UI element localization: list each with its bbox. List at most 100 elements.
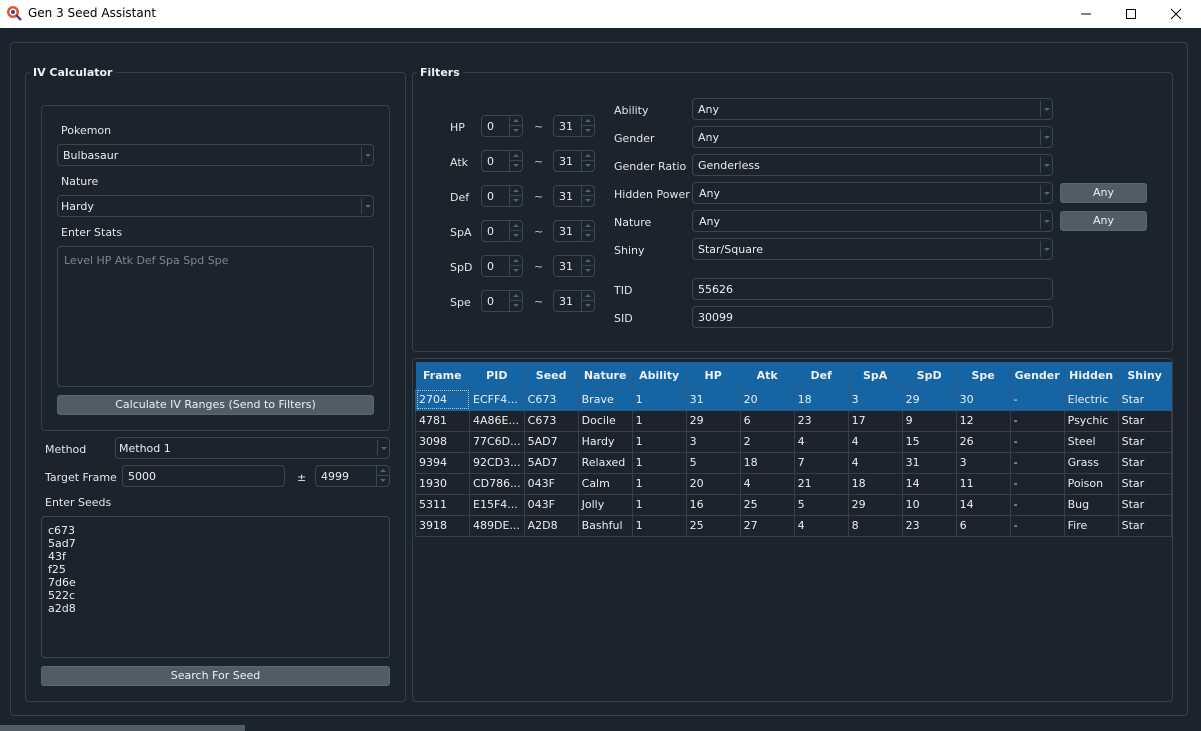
cell-nature[interactable]: Relaxed xyxy=(577,451,633,474)
nature-filter-select[interactable]: Any xyxy=(692,210,1053,232)
table-row[interactable]: 1930 CD786... 043F Calm 1 20 4 21 18 14 11- Poison S… xyxy=(415,472,1172,495)
cell-def[interactable]: 23 xyxy=(793,409,849,432)
cell-spe[interactable]: 30 xyxy=(955,388,1011,411)
cell-gender[interactable]: - xyxy=(1009,451,1065,474)
cell-shiny[interactable]: Star xyxy=(1117,388,1172,411)
cell-hidden[interactable]: Bug xyxy=(1063,493,1119,516)
cell-shiny[interactable]: Star xyxy=(1117,514,1172,537)
method-select[interactable]: Method 1 xyxy=(115,437,390,459)
cell-ability[interactable]: 1 xyxy=(631,430,687,453)
cell-spd[interactable]: 10 xyxy=(901,493,957,516)
cell-hidden[interactable]: Steel xyxy=(1063,430,1119,453)
spin-arrows[interactable] xyxy=(376,466,389,486)
column-header-frame[interactable]: Frame xyxy=(415,362,470,390)
iv-min-spd[interactable]: 0 xyxy=(481,255,523,277)
iv-min-hp[interactable]: 0 xyxy=(481,115,523,137)
cell-hp[interactable]: 31 xyxy=(685,388,741,411)
ability-select[interactable]: Any xyxy=(692,98,1053,120)
spin-arrows[interactable] xyxy=(581,221,594,241)
cell-frame[interactable]: 4781 xyxy=(415,409,470,432)
cell-atk[interactable]: 25 xyxy=(739,493,795,516)
column-header-seed[interactable]: Seed xyxy=(524,362,579,390)
cell-spd[interactable]: 31 xyxy=(901,451,957,474)
column-header-def[interactable]: Def xyxy=(794,362,849,390)
iv-min-atk[interactable]: 0 xyxy=(481,150,523,172)
cell-frame[interactable]: 3918 xyxy=(415,514,470,537)
cell-spe[interactable]: 6 xyxy=(955,514,1011,537)
cell-seed[interactable]: 043F xyxy=(523,472,579,495)
close-button[interactable] xyxy=(1153,0,1199,28)
cell-def[interactable]: 5 xyxy=(793,493,849,516)
spin-arrows[interactable] xyxy=(509,186,522,206)
cell-spd[interactable]: 15 xyxy=(901,430,957,453)
cell-spe[interactable]: 3 xyxy=(955,451,1011,474)
table-row[interactable]: 3918 489DE... A2D8 Bashful 1 25 27 4 8 23 6- Fire St… xyxy=(415,514,1172,537)
cell-gender[interactable]: - xyxy=(1009,493,1065,516)
cell-atk[interactable]: 20 xyxy=(739,388,795,411)
spin-arrows[interactable] xyxy=(509,221,522,241)
gender-select[interactable]: Any xyxy=(692,126,1053,148)
cell-gender[interactable]: - xyxy=(1009,388,1065,411)
cell-shiny[interactable]: Star xyxy=(1117,493,1172,516)
column-header-nature[interactable]: Nature xyxy=(578,362,633,390)
cell-seed[interactable]: C673 xyxy=(523,409,579,432)
stats-input[interactable]: Level HP Atk Def Spa Spd Spe xyxy=(57,246,374,387)
cell-spd[interactable]: 29 xyxy=(901,388,957,411)
spin-arrows[interactable] xyxy=(509,116,522,136)
cell-spa[interactable]: 18 xyxy=(847,472,903,495)
spin-arrows[interactable] xyxy=(581,256,594,276)
cell-spe[interactable]: 12 xyxy=(955,409,1011,432)
cell-hidden[interactable]: Poison xyxy=(1063,472,1119,495)
shiny-select[interactable]: Star/Square xyxy=(692,238,1053,260)
cell-spa[interactable]: 17 xyxy=(847,409,903,432)
iv-max-hp[interactable]: 31 xyxy=(553,115,595,137)
cell-spa[interactable]: 4 xyxy=(847,451,903,474)
column-header-shiny[interactable]: Shiny xyxy=(1118,362,1172,390)
pokemon-select[interactable]: Bulbasaur xyxy=(57,144,374,166)
cell-atk[interactable]: 27 xyxy=(739,514,795,537)
cell-def[interactable]: 21 xyxy=(793,472,849,495)
cell-nature[interactable]: Jolly xyxy=(577,493,633,516)
cell-def[interactable]: 4 xyxy=(793,514,849,537)
column-header-spe[interactable]: Spe xyxy=(956,362,1011,390)
column-header-atk[interactable]: Atk xyxy=(740,362,795,390)
iv-max-spe[interactable]: 31 xyxy=(553,290,595,312)
cell-pid[interactable]: 4A86E... xyxy=(469,409,525,432)
table-row[interactable]: 2704 ECFF4... C673 Brave 1 31 20 18 3 29 30- Electr… xyxy=(415,388,1172,411)
cell-nature[interactable]: Bashful xyxy=(577,514,633,537)
column-header-spd[interactable]: SpD xyxy=(902,362,957,390)
cell-seed[interactable]: C673 xyxy=(523,388,579,411)
cell-pid[interactable]: CD786... xyxy=(469,472,525,495)
cell-hidden[interactable]: Grass xyxy=(1063,451,1119,474)
table-row[interactable]: 3098 77C6D... 5AD7 Hardy 1 3 2 4 4 15 26- Steel Star xyxy=(415,430,1172,453)
cell-spa[interactable]: 29 xyxy=(847,493,903,516)
column-header-pid[interactable]: PID xyxy=(469,362,525,390)
cell-shiny[interactable]: Star xyxy=(1117,472,1172,495)
column-header-gender[interactable]: Gender xyxy=(1010,362,1065,390)
cell-hp[interactable]: 20 xyxy=(685,472,741,495)
sid-input[interactable]: 30099 xyxy=(692,306,1053,328)
spin-arrows[interactable] xyxy=(581,291,594,311)
table-row[interactable]: 4781 4A86E... C673 Docile 1 29 6 23 17 9 12- Psychi… xyxy=(415,409,1172,432)
cell-spd[interactable]: 9 xyxy=(901,409,957,432)
iv-min-def[interactable]: 0 xyxy=(481,185,523,207)
cell-gender[interactable]: - xyxy=(1009,430,1065,453)
cell-hidden[interactable]: Fire xyxy=(1063,514,1119,537)
cell-spd[interactable]: 23 xyxy=(901,514,957,537)
cell-spe[interactable]: 11 xyxy=(955,472,1011,495)
cell-ability[interactable]: 1 xyxy=(631,514,687,537)
seeds-input[interactable]: c673 5ad7 43f f25 7d6e 522c a2d8 xyxy=(41,516,390,658)
cell-frame[interactable]: 9394 xyxy=(415,451,470,474)
cell-hidden[interactable]: Psychic xyxy=(1063,409,1119,432)
spin-arrows[interactable] xyxy=(581,116,594,136)
cell-frame[interactable]: 3098 xyxy=(415,430,470,453)
cell-spe[interactable]: 26 xyxy=(955,430,1011,453)
cell-hp[interactable]: 16 xyxy=(685,493,741,516)
column-header-hp[interactable]: HP xyxy=(686,362,741,390)
tid-input[interactable]: 55626 xyxy=(692,278,1053,300)
nature-any-button[interactable]: Any xyxy=(1060,211,1147,231)
cell-ability[interactable]: 1 xyxy=(631,472,687,495)
nature-select[interactable]: Hardy xyxy=(57,195,374,217)
spin-arrows[interactable] xyxy=(581,186,594,206)
cell-hp[interactable]: 3 xyxy=(685,430,741,453)
